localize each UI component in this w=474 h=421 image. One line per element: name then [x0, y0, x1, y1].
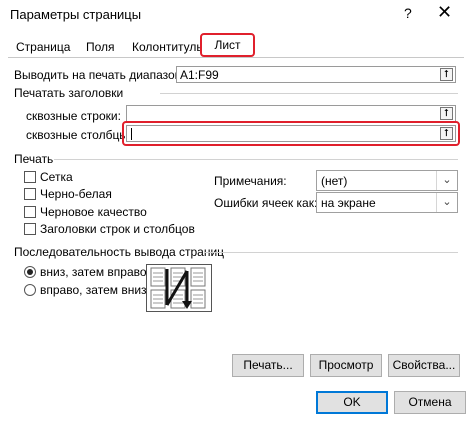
cancel-button[interactable]: Отмена: [394, 391, 466, 414]
print-button[interactable]: Печать...: [232, 354, 304, 377]
tab-margins[interactable]: Поля: [84, 38, 117, 56]
collapse-dialog-icon[interactable]: ⭡: [440, 68, 453, 81]
help-button[interactable]: ?: [404, 5, 412, 21]
comments-select[interactable]: (нет) ⌄: [316, 170, 458, 191]
print-preview-button[interactable]: Просмотр: [310, 354, 382, 377]
close-button[interactable]: ✕: [437, 2, 452, 23]
gridlines-label: Сетка: [40, 170, 73, 184]
black-and-white-label: Черно-белая: [40, 187, 112, 201]
print-titles-section: Печатать заголовки: [14, 86, 124, 100]
section-divider: [160, 93, 458, 94]
section-divider: [204, 252, 458, 253]
tab-header-footer[interactable]: Колонтитулы: [130, 38, 207, 56]
window-title: Параметры страницы: [10, 7, 142, 22]
over-then-down-radio[interactable]: [24, 284, 36, 296]
cell-errors-select[interactable]: на экране ⌄: [316, 192, 458, 213]
comments-label: Примечания:: [214, 174, 287, 188]
text-cursor: [131, 128, 132, 140]
row-col-headings-checkbox[interactable]: [24, 223, 36, 235]
tabs-divider: [8, 57, 464, 58]
down-then-over-label: вниз, затем вправо: [40, 265, 147, 279]
row-col-headings-label: Заголовки строк и столбцов: [40, 222, 195, 236]
columns-to-repeat-label: сквозные столбцы:: [26, 128, 132, 142]
collapse-dialog-icon[interactable]: ⭡: [440, 107, 453, 120]
print-area-label: Выводить на печать диапазон:: [14, 68, 185, 82]
cell-errors-label: Ошибки ячеек как:: [214, 196, 318, 210]
page-order-preview-icon: [146, 264, 212, 312]
chevron-down-icon[interactable]: ⌄: [436, 193, 457, 212]
gridlines-checkbox[interactable]: [24, 171, 36, 183]
black-and-white-checkbox[interactable]: [24, 188, 36, 200]
draft-quality-checkbox[interactable]: [24, 206, 36, 218]
tab-page[interactable]: Страница: [14, 38, 72, 56]
over-then-down-label: вправо, затем вниз: [40, 283, 147, 297]
print-area-field[interactable]: A1:F99 ⭡: [176, 66, 456, 83]
columns-to-repeat-field[interactable]: ⭡: [126, 125, 456, 142]
rows-to-repeat-label: сквозные строки:: [26, 109, 121, 123]
collapse-dialog-icon[interactable]: ⭡: [440, 127, 453, 140]
print-section: Печать: [14, 152, 54, 166]
cell-errors-value: на экране: [321, 196, 376, 210]
section-divider: [54, 159, 458, 160]
comments-value: (нет): [321, 174, 348, 188]
rows-to-repeat-field[interactable]: ⭡: [126, 105, 456, 122]
ok-button[interactable]: OK: [316, 391, 388, 414]
chevron-down-icon[interactable]: ⌄: [436, 171, 457, 190]
down-then-over-radio[interactable]: [24, 266, 36, 278]
radio-selected-dot: [27, 269, 33, 275]
page-order-section: Последовательность вывода страниц: [14, 245, 225, 259]
draft-quality-label: Черновое качество: [40, 205, 147, 219]
options-button[interactable]: Свойства...: [388, 354, 460, 377]
print-area-value: A1:F99: [180, 68, 219, 82]
tab-sheet[interactable]: Лист: [200, 33, 255, 57]
